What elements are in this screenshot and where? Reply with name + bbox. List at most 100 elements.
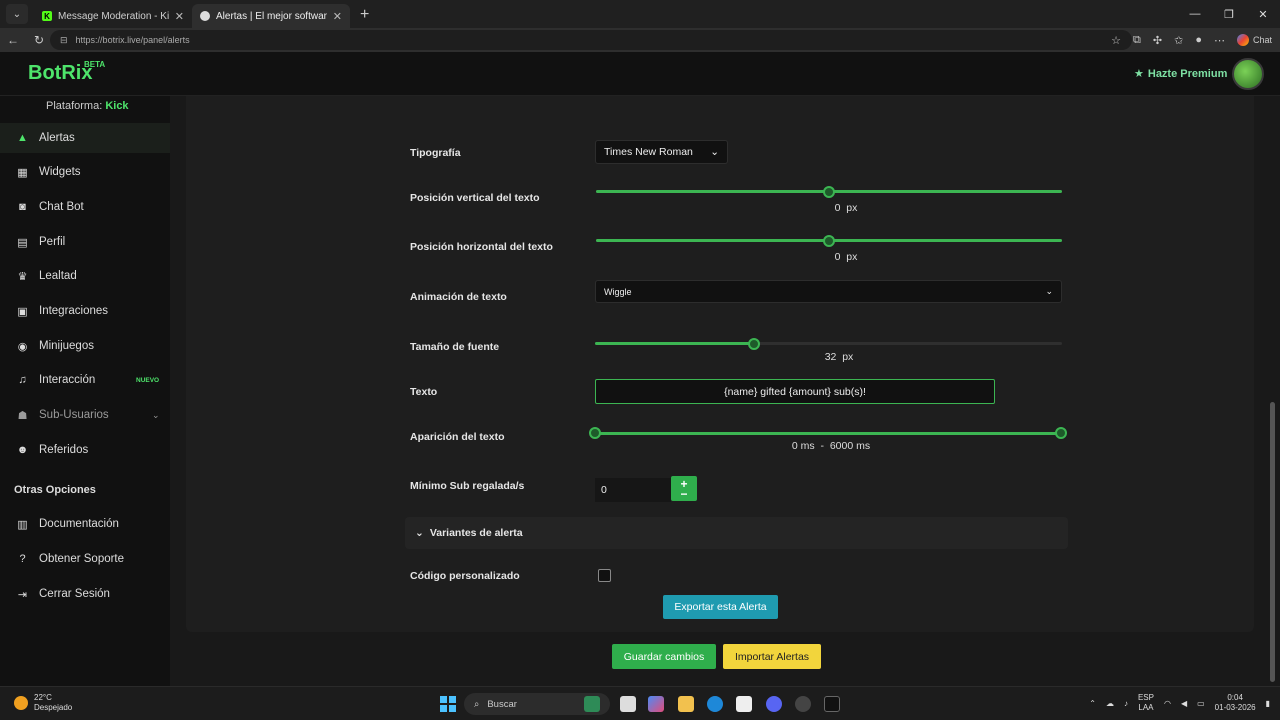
plug-icon: ▣ [17,305,28,318]
sidebar-item-documentacion[interactable]: ▥ Documentación [0,509,170,539]
appearance-value: 0 ms - 6000 ms [746,440,916,452]
clock-date: 01-03-2026 [1214,703,1256,712]
vertical-position-value: 0 px [806,202,886,214]
minimize-icon[interactable]: — [1178,0,1212,28]
sidebar-item-sub-usuarios[interactable]: ☗ Sub-Usuarios ⌄ [0,400,170,430]
split-screen-icon[interactable]: ⧉ [1133,34,1141,47]
language-indicator[interactable]: ESP LAA [1138,693,1154,713]
premium-label: Hazte Premium [1147,67,1228,80]
sidebar-item-integraciones[interactable]: ▣ Integraciones [0,296,170,326]
animation-label: Animación de texto [410,291,507,303]
site-info-icon[interactable]: ⊟ [60,35,68,46]
id-card-icon: ▤ [17,236,28,249]
close-tab-icon[interactable]: ✕ [333,10,342,23]
maximize-icon[interactable]: ❐ [1212,0,1246,28]
microphone-icon[interactable]: ♪ [1124,699,1128,708]
windows-start-icon[interactable] [440,696,456,712]
more-icon[interactable]: ⋯ [1214,34,1225,47]
save-changes-button[interactable]: Guardar cambios [612,644,716,669]
botrix-favicon-icon [200,11,210,21]
weather-desc: Despejado [34,703,73,712]
sidebar-item-referidos[interactable]: ☻ Referidos [0,435,170,465]
appearance-range-track[interactable] [595,432,1062,435]
back-icon[interactable]: ← [0,33,26,47]
typography-select[interactable]: Times New Roman ⌄ [595,140,728,164]
reload-icon[interactable]: ↻ [26,33,52,47]
discord-icon[interactable] [766,696,782,712]
widgets-app-icon[interactable] [584,696,600,712]
store-icon[interactable] [736,696,752,712]
extensions-icon[interactable]: ✣ [1153,34,1162,47]
bookmark-star-icon[interactable]: ☆ [1111,34,1121,47]
users-icon: ☗ [17,409,28,422]
appearance-min-thumb[interactable] [589,427,601,439]
new-tab-button[interactable]: + [360,6,369,24]
minus-icon[interactable]: − [680,488,687,500]
sidebar-item-cerrar-sesion[interactable]: ⇥ Cerrar Sesión [0,579,170,609]
page-scrollbar[interactable] [1270,402,1275,682]
profile-icon[interactable]: ● [1195,34,1202,46]
chevron-up-icon[interactable]: ⌃ [1089,699,1096,708]
volume-icon[interactable]: ◀ [1181,699,1187,708]
sidebar-item-interaccion[interactable]: ♫ Interacción NUEVO [0,365,170,395]
clock[interactable]: 0:04 01-03-2026 [1215,693,1256,713]
animation-select[interactable]: Wiggle ⌄ [595,280,1062,303]
min-subs-input[interactable]: 0 [595,478,671,502]
url-field[interactable]: ⊟ https://botrix.live/panel/alerts [50,30,1132,50]
import-alerts-button[interactable]: Importar Alertas [723,644,821,669]
logout-icon: ⇥ [17,588,28,601]
copilot-app-icon[interactable] [648,696,664,712]
cloud-icon[interactable]: ☁ [1106,699,1114,708]
sidebar-item-label: Cerrar Sesión [39,588,110,600]
sidebar-item-widgets[interactable]: ▦ Widgets [0,157,170,187]
premium-link[interactable]: ★ Hazte Premium [1134,67,1228,81]
music-icon: ♫ [18,374,27,386]
chevron-down-icon: ⌄ [415,527,424,539]
sidebar-item-chat-bot[interactable]: ◙ Chat Bot [0,192,170,222]
value-unit: px [846,202,858,214]
file-explorer-icon[interactable] [678,696,694,712]
vertical-position-label: Posición vertical del texto [410,192,540,204]
appearance-max: 6000 [829,440,854,452]
appearance-max-thumb[interactable] [1055,427,1067,439]
sidebar-item-perfil[interactable]: ▤ Perfil [0,227,170,257]
horizontal-position-thumb[interactable] [823,235,835,247]
notifications-icon[interactable]: ▮ [1266,699,1270,708]
user-avatar[interactable] [1232,58,1264,90]
tab-menu-button[interactable]: ⌄ [6,4,28,24]
export-alert-button[interactable]: Exportar esta Alerta [663,595,778,619]
wifi-icon[interactable]: ◠ [1164,699,1171,708]
botrix-logo[interactable]: BotRix [28,62,92,85]
battery-icon[interactable]: ▭ [1197,699,1205,708]
terminal-icon[interactable] [824,696,840,712]
app-icon[interactable] [795,696,811,712]
favorites-icon[interactable]: ✩ [1174,34,1183,47]
alert-variants-accordion[interactable]: ⌄ Variantes de alerta [405,517,1068,549]
clock-time: 0:04 [1227,693,1243,702]
sidebar-item-alertas[interactable]: ▲ Alertas [0,123,170,153]
min-subs-label: Mínimo Sub regalada/s [410,480,525,492]
weather-widget[interactable]: 22°C Despejado [14,693,72,713]
edge-browser-icon[interactable] [707,696,723,712]
browser-tab-botrix[interactable]: Alertas | El mejor software para pe ✕ [192,4,350,28]
vertical-position-thumb[interactable] [823,186,835,198]
sidebar-item-label: Chat Bot [39,201,84,213]
gamepad-icon: ◉ [17,340,28,353]
font-size-thumb[interactable] [747,338,760,350]
sidebar-item-lealtad[interactable]: ♛ Lealtad [0,261,170,291]
kick-favicon-icon: K [42,11,52,21]
sidebar-item-minijuegos[interactable]: ◉ Minijuegos [0,331,170,361]
value-number: 0 [834,202,841,214]
copilot-chat-button[interactable]: Chat [1236,34,1272,46]
custom-code-checkbox[interactable] [598,569,611,582]
sun-icon [14,696,28,710]
alert-text-input[interactable]: {name} gifted {amount} sub(s)! [595,379,995,404]
alert-settings-card: Tipografía Times New Roman ⌄ Posición ve… [186,96,1254,632]
task-view-icon[interactable] [620,696,636,712]
close-tab-icon[interactable]: ✕ [175,10,184,23]
quantity-stepper[interactable]: + − [671,476,697,501]
chevron-down-icon: ⌄ [1045,286,1053,296]
sidebar-item-soporte[interactable]: ? Obtener Soporte [0,544,170,574]
browser-tab-kick[interactable]: K Message Moderation - Kick Dashb ✕ [34,4,192,28]
close-window-icon[interactable]: ✕ [1246,0,1280,28]
